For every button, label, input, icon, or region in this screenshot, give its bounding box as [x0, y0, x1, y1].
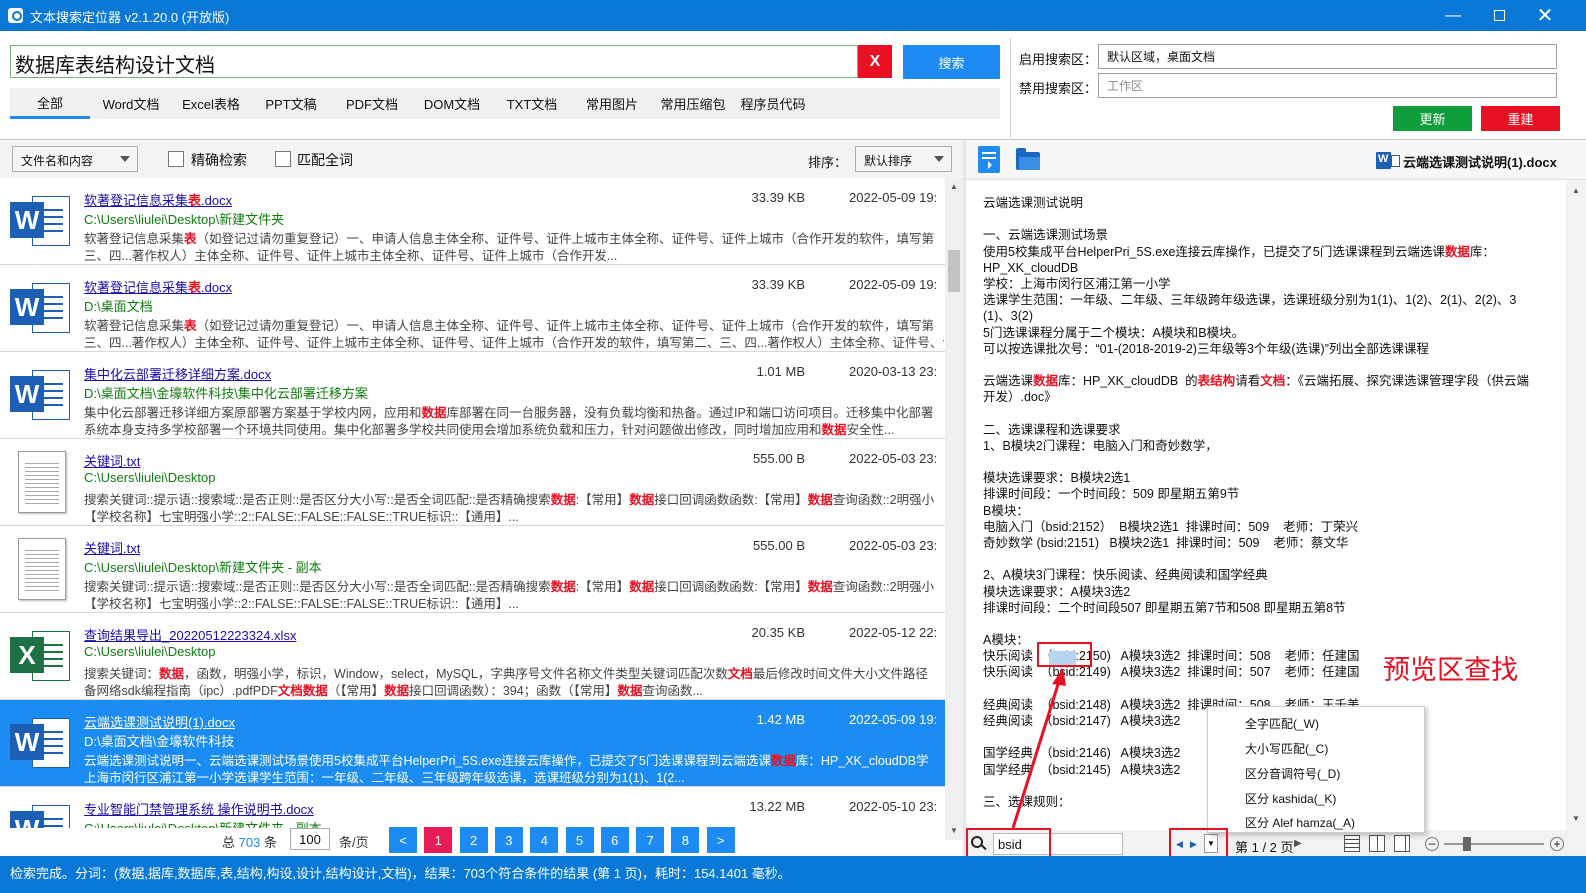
annotation-arrow — [1011, 668, 1066, 829]
status-bar: 检索完成。分词：(数据,据库,数据库,表,结构,构设,设计,结构设计,文档)，结… — [0, 856, 1586, 893]
